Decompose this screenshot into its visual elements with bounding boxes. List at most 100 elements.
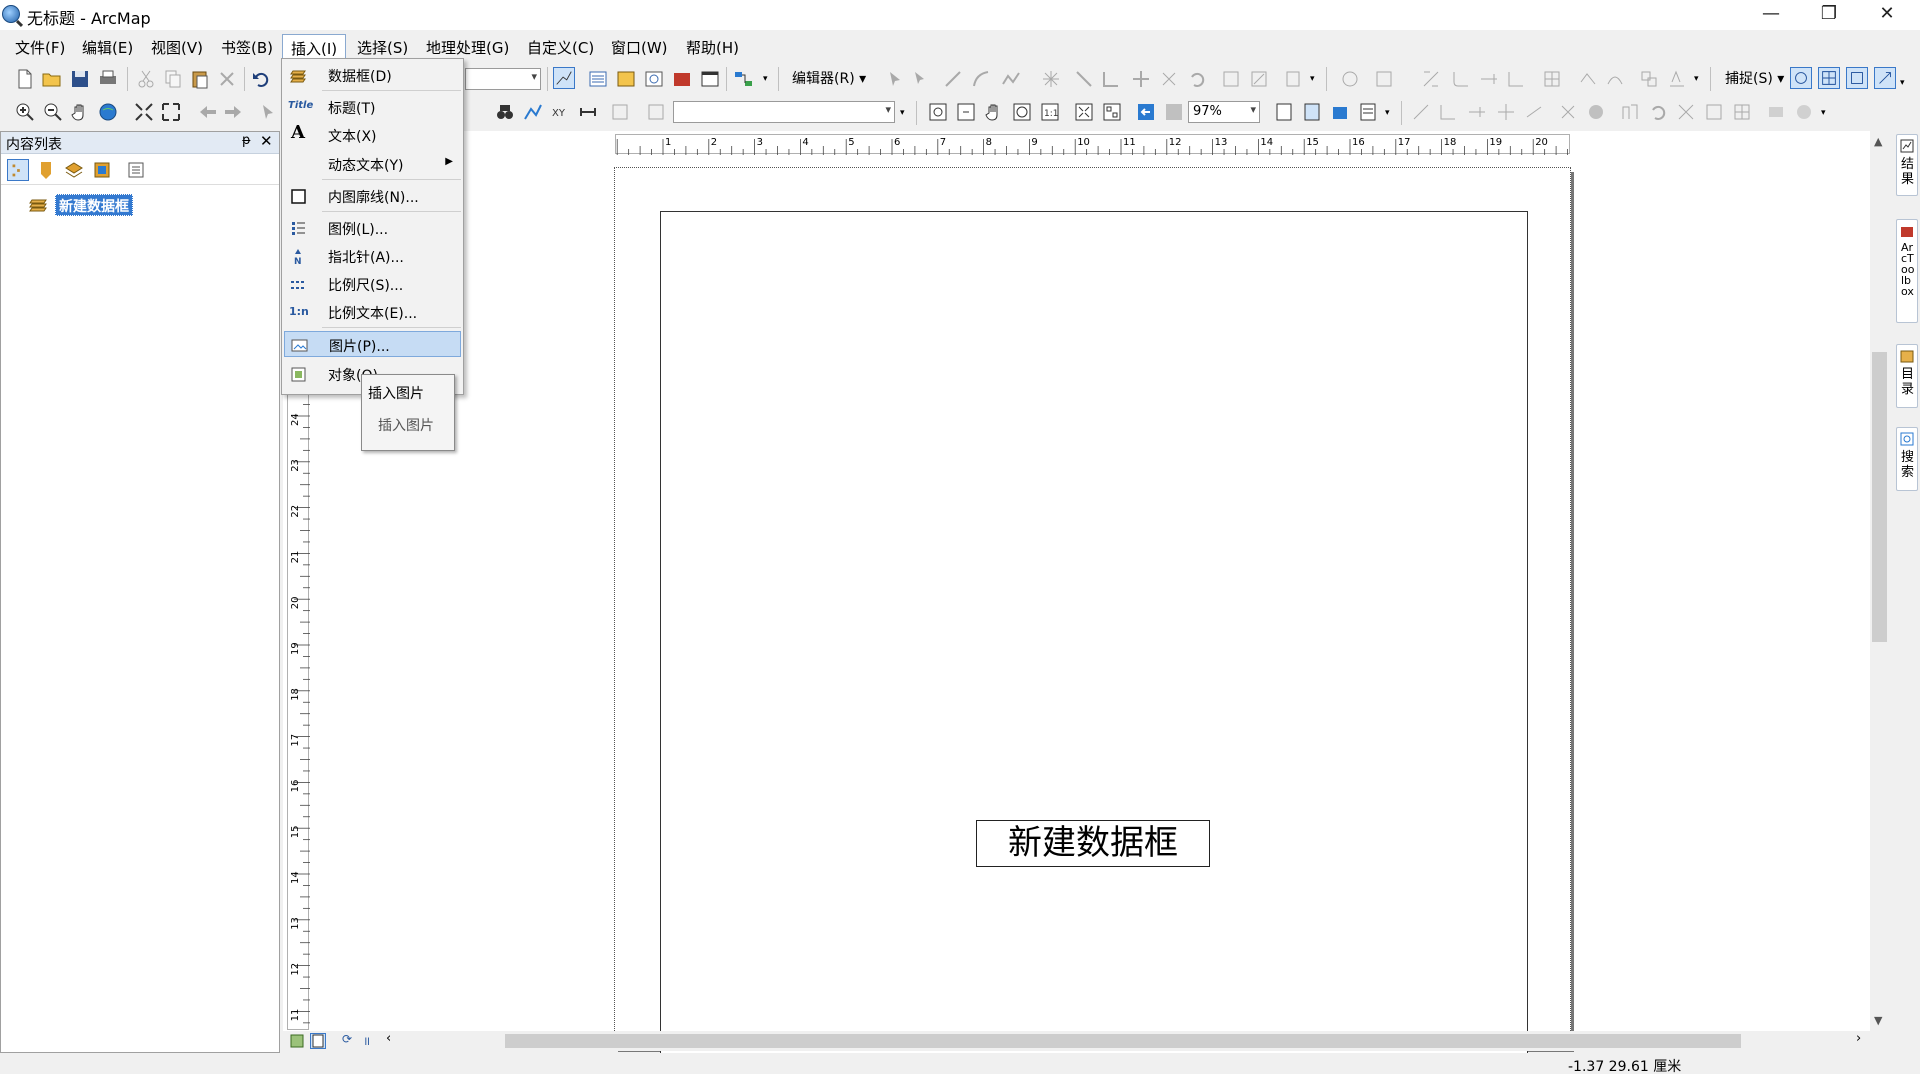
layout-zoom-out-icon[interactable]	[955, 101, 977, 123]
model-builder-icon[interactable]	[733, 68, 755, 90]
align-edge-icon[interactable]	[1666, 68, 1688, 90]
menu-help[interactable]: 帮助(H)	[678, 34, 747, 58]
create-features-icon[interactable]	[1283, 68, 1305, 90]
ungroup-icon[interactable]	[1793, 101, 1815, 123]
side-tab-search[interactable]: 搜索	[1896, 427, 1918, 491]
line-intersection-icon[interactable]	[1541, 68, 1563, 90]
go-to-xy-icon[interactable]: XY	[549, 101, 571, 123]
toc-options-icon[interactable]	[125, 159, 147, 181]
fixed-zoom-out-icon[interactable]	[160, 101, 182, 123]
refresh-icon[interactable]: ⟳	[342, 1032, 352, 1046]
close-button[interactable]: ✕	[1858, 0, 1916, 30]
attributes-icon[interactable]	[1220, 68, 1242, 90]
scale-combo[interactable]: ▾	[465, 68, 541, 90]
scroll-left-arrow[interactable]: ‹	[386, 1031, 391, 1046]
insert-legend-item[interactable]: 图例(L)...	[284, 215, 461, 241]
split-icon[interactable]	[1158, 68, 1180, 90]
list-by-visibility-icon[interactable]	[63, 159, 85, 181]
extend-icon[interactable]	[1478, 68, 1500, 90]
align-icon[interactable]	[1703, 101, 1725, 123]
fixed-zoom-out-layout-icon[interactable]	[1101, 101, 1123, 123]
construct-features-icon[interactable]	[1638, 68, 1660, 90]
toggle-draft-mode-icon[interactable]	[1273, 101, 1295, 123]
menu-edit[interactable]: 编辑(E)	[74, 34, 141, 58]
scroll-up-arrow[interactable]: ▲	[1874, 135, 1882, 148]
new-document-icon[interactable]	[14, 68, 36, 90]
list-by-drawing-order-icon[interactable]	[7, 159, 29, 181]
trim-icon[interactable]	[1505, 68, 1527, 90]
vertex-snapping-icon[interactable]	[1846, 67, 1868, 89]
edit-vertices-graphic-icon[interactable]	[1557, 101, 1579, 123]
flip-icon[interactable]	[1675, 101, 1697, 123]
paste-icon[interactable]	[189, 68, 211, 90]
edge-snapping-icon[interactable]	[1874, 67, 1896, 89]
menu-geoprocessing[interactable]: 地理处理(G)	[418, 34, 517, 58]
html-popup-icon[interactable]	[645, 101, 667, 123]
change-layout-icon[interactable]	[1329, 101, 1351, 123]
trace-icon[interactable]	[1000, 68, 1022, 90]
find-icon[interactable]	[494, 101, 516, 123]
insert-picture-item[interactable]: 图片(P)...	[284, 331, 461, 357]
list-by-source-icon[interactable]	[35, 159, 57, 181]
generalize-icon[interactable]	[1577, 68, 1599, 90]
layer-combo[interactable]: ▾	[673, 101, 895, 123]
insert-neatline-item[interactable]: 内图廓线(N)...	[284, 183, 461, 209]
insert-north-arrow-item[interactable]: N 指北针(A)...	[284, 243, 461, 269]
data-driven-pages-icon[interactable]	[1357, 101, 1379, 123]
side-tab-arctoolbox[interactable]: ArcToolbox	[1896, 219, 1918, 323]
menu-bookmarks[interactable]: 书签(B)	[213, 34, 281, 58]
list-by-selection-icon[interactable]	[91, 159, 113, 181]
vertical-scroll-thumb[interactable]	[1872, 352, 1887, 642]
arctoolbox-window-icon[interactable]	[671, 68, 693, 90]
hyperlink-icon[interactable]	[609, 101, 631, 123]
menu-selection[interactable]: 选择(S)	[349, 34, 416, 58]
menu-view[interactable]: 视图(V)	[143, 34, 211, 58]
fillet-icon[interactable]	[1450, 68, 1472, 90]
layout-zoom-in-icon[interactable]	[927, 101, 949, 123]
sphere-icon[interactable]	[1585, 101, 1607, 123]
measure-icon[interactable]	[577, 101, 599, 123]
search-window-icon[interactable]	[643, 68, 665, 90]
data-frame-label[interactable]: 新建数据框	[55, 194, 133, 216]
distribute-icon[interactable]	[1731, 101, 1753, 123]
toc-close-icon[interactable]: ✕	[260, 132, 273, 150]
rotate-graphic-icon[interactable]	[1647, 101, 1669, 123]
catalog-window-icon[interactable]	[615, 68, 637, 90]
smooth-icon[interactable]	[1604, 68, 1626, 90]
editor-toolbar-icon[interactable]	[553, 67, 575, 89]
focus-data-frame-icon[interactable]	[1301, 101, 1323, 123]
draw-rectangle-icon[interactable]	[1410, 101, 1432, 123]
python-window-icon[interactable]	[699, 68, 721, 90]
restore-button[interactable]: ❐	[1800, 0, 1858, 30]
pin-icon[interactable]: ᵽ	[242, 133, 251, 148]
zoom-whole-page-icon[interactable]	[1011, 101, 1033, 123]
copy-icon[interactable]	[162, 68, 184, 90]
pan-icon[interactable]	[69, 101, 91, 123]
point-snapping-icon[interactable]	[1790, 67, 1812, 89]
go-back-icon[interactable]	[197, 101, 219, 123]
edit-tool-icon[interactable]	[884, 68, 906, 90]
go-forward-icon[interactable]	[222, 101, 244, 123]
menu-windows[interactable]: 窗口(W)	[603, 34, 676, 58]
menu-customize[interactable]: 自定义(C)	[519, 34, 602, 58]
insert-scale-text-item[interactable]: 1:n 比例文本(E)...	[284, 299, 461, 325]
layout-pan-icon[interactable]	[983, 101, 1005, 123]
insert-data-frame-item[interactable]: 数据框(D)	[284, 62, 461, 88]
reshape-icon[interactable]	[1100, 68, 1122, 90]
topology-icon[interactable]	[1373, 68, 1395, 90]
zoom-out-icon[interactable]	[42, 101, 64, 123]
data-view-icon[interactable]	[290, 1034, 304, 1048]
menu-file[interactable]: 文件(F)	[7, 34, 73, 58]
pause-drawing-icon[interactable]: ॥	[363, 1032, 370, 1049]
straight-segment-icon[interactable]	[942, 68, 964, 90]
editor-menu[interactable]: 编辑器(R) ▾	[792, 68, 866, 88]
previous-extent-icon[interactable]	[1135, 101, 1157, 123]
end-snapping-icon[interactable]	[1818, 67, 1840, 89]
georeferencing-icon[interactable]	[1339, 68, 1361, 90]
full-extent-icon[interactable]	[97, 101, 119, 123]
undo-icon[interactable]	[250, 68, 272, 90]
advanced-edit-icon[interactable]	[1420, 68, 1442, 90]
layout-view-icon[interactable]	[310, 1033, 326, 1049]
fixed-zoom-in-layout-icon[interactable]	[1073, 101, 1095, 123]
cut-polygons-icon[interactable]	[1130, 68, 1152, 90]
